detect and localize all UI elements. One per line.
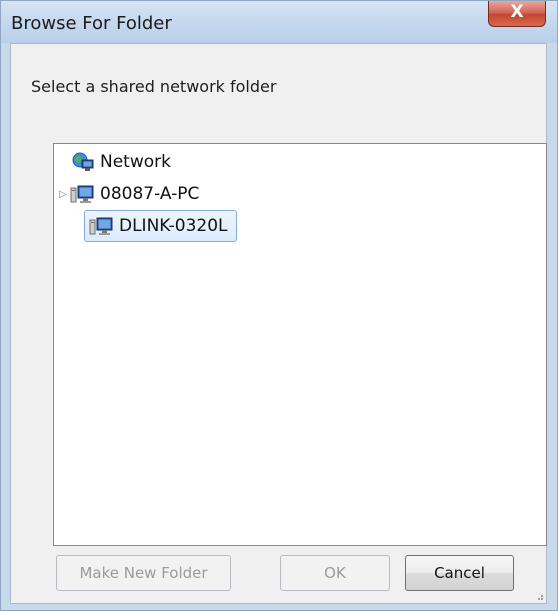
resize-grip-icon[interactable] xyxy=(534,591,544,601)
network-icon xyxy=(72,152,94,172)
expand-arrow-icon[interactable]: ▷ xyxy=(58,189,68,200)
folder-tree[interactable]: Network ▷ 08087-A-PC DLINK-0320L xyxy=(53,143,547,546)
title-bar[interactable]: Browse For Folder X xyxy=(1,1,557,43)
instruction-text: Select a shared network folder xyxy=(31,77,277,96)
close-icon: X xyxy=(510,2,524,22)
dialog-body: Select a shared network folder Network ▷… xyxy=(10,43,547,604)
tree-item-08087-a-pc[interactable]: ▷ 08087-A-PC xyxy=(58,178,199,210)
ok-button[interactable]: OK xyxy=(280,555,390,591)
close-button[interactable]: X xyxy=(488,1,546,27)
cancel-button[interactable]: Cancel xyxy=(405,555,514,591)
computer-icon xyxy=(70,184,94,204)
computer-icon xyxy=(89,216,113,236)
tree-item-dlink-0320l[interactable]: DLINK-0320L xyxy=(84,210,237,242)
tree-item-label: DLINK-0320L xyxy=(119,216,228,236)
browse-for-folder-dialog: Browse For Folder X Select a shared netw… xyxy=(0,0,558,611)
tree-item-label: Network xyxy=(100,152,171,172)
tree-item-network[interactable]: Network xyxy=(72,146,171,178)
make-new-folder-button[interactable]: Make New Folder xyxy=(56,555,231,591)
tree-item-label: 08087-A-PC xyxy=(100,184,200,204)
window-title: Browse For Folder xyxy=(11,13,172,34)
